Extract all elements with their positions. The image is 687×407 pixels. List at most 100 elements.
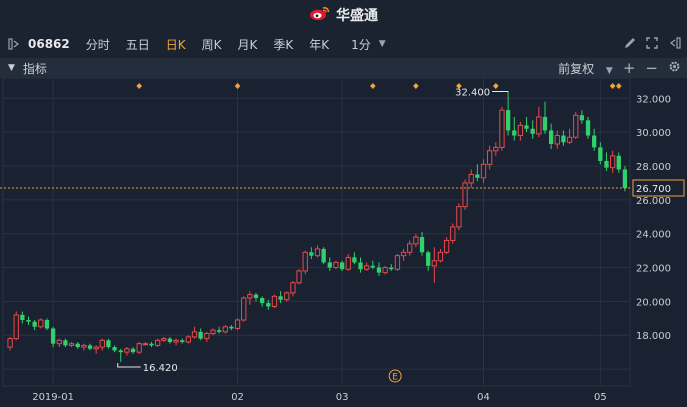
candle[interactable] xyxy=(475,164,480,182)
candle[interactable] xyxy=(118,348,123,362)
tab-yearly-k[interactable]: 年K xyxy=(301,30,337,58)
candle[interactable] xyxy=(50,326,56,348)
candle[interactable] xyxy=(154,338,161,348)
candle[interactable] xyxy=(253,292,259,302)
candle[interactable] xyxy=(167,336,173,344)
minus-icon[interactable]: − xyxy=(645,59,658,77)
candle[interactable] xyxy=(376,262,382,276)
candle[interactable] xyxy=(566,128,573,144)
candle[interactable] xyxy=(419,232,425,256)
candle[interactable] xyxy=(352,252,357,265)
candle[interactable] xyxy=(161,336,167,342)
candle[interactable] xyxy=(7,336,13,351)
candle[interactable] xyxy=(333,260,339,270)
stock-code[interactable]: 06862 xyxy=(24,30,78,58)
candle[interactable] xyxy=(210,328,216,336)
candle[interactable] xyxy=(437,248,444,263)
candle[interactable] xyxy=(561,130,566,146)
candle[interactable] xyxy=(26,316,31,326)
candle[interactable] xyxy=(75,342,80,349)
candle[interactable] xyxy=(302,250,308,275)
tab-five-day[interactable]: 五日 xyxy=(118,30,158,58)
tab-fenshi[interactable]: 分时 xyxy=(78,30,118,58)
candle[interactable] xyxy=(149,342,154,348)
candle[interactable] xyxy=(585,116,591,139)
candle[interactable] xyxy=(136,342,142,354)
candle[interactable] xyxy=(339,260,345,271)
candle[interactable] xyxy=(296,269,302,285)
candle[interactable] xyxy=(142,342,148,346)
candle[interactable] xyxy=(358,257,363,273)
candle[interactable] xyxy=(321,247,326,265)
adjust-select[interactable]: 前复权 ▼ xyxy=(558,60,613,77)
candle[interactable] xyxy=(598,142,603,165)
tab-daily-k[interactable]: 日K xyxy=(158,30,194,58)
candle[interactable] xyxy=(517,122,524,141)
candle[interactable] xyxy=(431,247,437,283)
event-diamond-icon[interactable] xyxy=(370,83,376,89)
candle[interactable] xyxy=(499,106,505,151)
candle[interactable] xyxy=(87,343,93,351)
candle[interactable] xyxy=(20,311,25,324)
candle[interactable] xyxy=(382,265,388,275)
candle[interactable] xyxy=(93,345,99,354)
candle[interactable] xyxy=(198,328,203,341)
candle[interactable] xyxy=(604,152,609,172)
candle[interactable] xyxy=(112,345,117,353)
candle[interactable] xyxy=(493,142,499,156)
candle[interactable] xyxy=(400,248,407,261)
candle[interactable] xyxy=(314,245,321,258)
candle[interactable] xyxy=(130,347,136,354)
plus-icon[interactable]: + xyxy=(623,59,636,77)
candle[interactable] xyxy=(99,338,105,351)
pencil-icon[interactable] xyxy=(623,36,637,53)
candle[interactable] xyxy=(241,296,247,322)
candle[interactable] xyxy=(554,130,560,150)
panel-toggle-icon[interactable] xyxy=(667,36,681,53)
settings-icon[interactable] xyxy=(668,60,681,76)
candle[interactable] xyxy=(173,338,179,346)
event-diamond-icon[interactable] xyxy=(493,83,499,89)
candle[interactable] xyxy=(512,116,517,141)
sidebar-toggle-icon[interactable] xyxy=(0,30,24,58)
candle[interactable] xyxy=(345,254,351,271)
candle[interactable] xyxy=(456,203,462,231)
candle[interactable] xyxy=(616,152,621,173)
candle[interactable] xyxy=(407,240,413,256)
candle[interactable] xyxy=(185,335,192,344)
candle[interactable] xyxy=(13,311,19,341)
candle[interactable] xyxy=(290,281,296,297)
candle[interactable] xyxy=(327,257,332,271)
candle[interactable] xyxy=(609,150,616,173)
candle[interactable] xyxy=(106,338,111,349)
candle[interactable] xyxy=(229,325,234,331)
event-diamond-icon[interactable] xyxy=(413,83,419,89)
candle[interactable] xyxy=(191,326,198,339)
event-diamond-icon[interactable] xyxy=(615,83,622,89)
indicator-menu[interactable]: 指标 xyxy=(23,60,47,77)
expand-icon[interactable] xyxy=(645,36,659,53)
candle[interactable] xyxy=(309,247,314,260)
candle[interactable] xyxy=(271,294,278,309)
candle[interactable] xyxy=(260,296,265,307)
candle[interactable] xyxy=(480,159,487,183)
candle[interactable] xyxy=(462,179,468,210)
event-diamond-icon[interactable] xyxy=(609,83,616,89)
event-diamond-icon[interactable] xyxy=(234,83,241,89)
candle[interactable] xyxy=(536,106,542,138)
candle[interactable] xyxy=(124,347,130,356)
candle[interactable] xyxy=(44,318,50,331)
candle[interactable] xyxy=(284,291,290,302)
caret-down-icon[interactable]: ▼ xyxy=(8,63,15,73)
candle[interactable] xyxy=(524,116,529,133)
candlestick-chart[interactable]: 18.000 20.000 22.000 24.000 26.000 28.000 30.0… xyxy=(0,78,687,407)
candle[interactable] xyxy=(468,169,474,188)
candle[interactable] xyxy=(32,320,37,331)
candle[interactable] xyxy=(81,343,87,351)
candle[interactable] xyxy=(548,123,554,150)
candle[interactable] xyxy=(542,101,548,134)
candle[interactable] xyxy=(56,338,62,348)
candle[interactable] xyxy=(68,342,75,348)
candle[interactable] xyxy=(530,120,535,139)
candle[interactable] xyxy=(180,338,185,344)
